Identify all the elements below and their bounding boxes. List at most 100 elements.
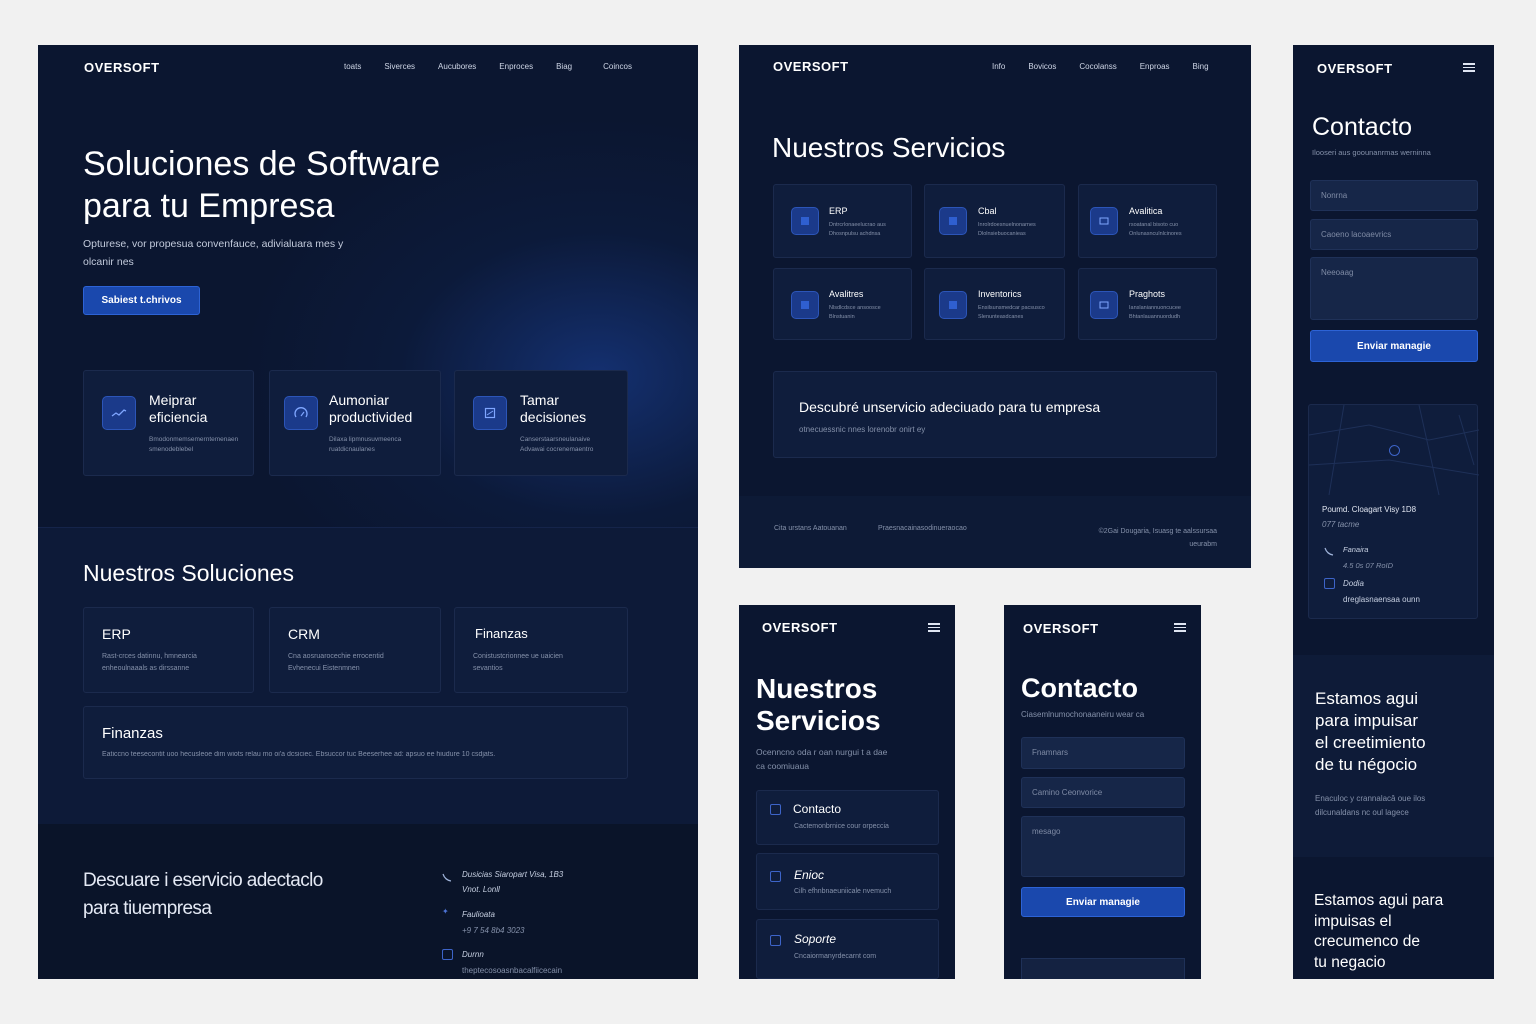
service-card[interactable]: Cbal Inrolrdoesnuelnonarnes Dlolnsiebuoc…	[924, 184, 1065, 258]
service-text: Cactemonbrnice cour orpeccia	[794, 823, 889, 830]
tall-contact-panel: OVERSOFT Contacto Ilooseri aus goounanrm…	[1293, 45, 1494, 979]
name-field[interactable]: Fnamnars	[1021, 737, 1185, 769]
brand-logo[interactable]: OVERSOFT	[84, 60, 160, 75]
banner-title: Descubré unservicio adeciuado para tu em…	[799, 399, 1101, 415]
service-card[interactable]: Inventorics Ensilsunsmedcar pacsusco Sle…	[924, 268, 1065, 340]
benefit-text: Bmodonmemsemerntemenaen smenodeblebel	[149, 435, 238, 455]
service-title: Enioc	[794, 868, 825, 882]
slogan-title-2: Estamos agui para impuisas el crecumenco…	[1314, 891, 1443, 973]
nav-item[interactable]: Aucubores	[438, 62, 476, 71]
hero-subtitle-line: Opturese, vor propesua convenfauce, adiv…	[83, 238, 344, 250]
page-title-line: Servicios	[756, 705, 881, 736]
page-title-line: Nuestros	[756, 673, 878, 704]
service-card[interactable]: Avalitica rsoatanal bisoto cuo Onlunasnc…	[1078, 184, 1217, 258]
crm-icon	[939, 207, 967, 235]
gauge-icon	[284, 396, 318, 430]
slogan-text-line: Enaculoc y crannalacâ oue ilos	[1315, 794, 1426, 803]
brand-logo[interactable]: OVERSOFT	[1317, 61, 1393, 76]
solution-text: Rast-crces datinnu, hmnearcia enheoulnaa…	[102, 651, 197, 675]
nav-item[interactable]: Info	[992, 62, 1005, 71]
nav-item[interactable]: Bovicos	[1028, 62, 1056, 71]
service-card[interactable]: ERP Dntrcrlonaeelucrao aus Dhosnpulsu ac…	[773, 184, 912, 258]
solution-text-line: Cna aosruarocechie errocentid	[288, 653, 384, 660]
nav-item[interactable]: Enproas	[1140, 62, 1170, 71]
footer-link[interactable]: Cita urstans Aatouanan	[774, 525, 847, 532]
benefit-title-line: productivided	[329, 409, 413, 425]
banner-text: otnecuessnic nnes lorenobr onirt ey	[799, 425, 926, 434]
solution-card[interactable]: CRM Cna aosruarocechie errocentid Evhene…	[269, 607, 441, 693]
page-title: Nuestros Servicios	[756, 673, 881, 737]
nav-item[interactable]: Siverces	[384, 62, 415, 71]
slogan-line: Estamos agui para	[1314, 892, 1444, 909]
footer-address-line: Dusicias Siaropart Visa, 1B3	[462, 870, 564, 879]
desktop-home-panel: OVERSOFT toats Siverces Aucubores Enproc…	[38, 45, 698, 979]
service-title: Avalitres	[829, 289, 864, 299]
service-title: Praghots	[1129, 289, 1166, 299]
footer-phone: Faulioata +9 7 54 8b4 3023	[462, 907, 525, 939]
phone-label: Fanaira	[1343, 545, 1369, 554]
service-text-line: Slenunteasdcanes	[978, 314, 1024, 320]
brand-logo[interactable]: OVERSOFT	[762, 620, 838, 635]
menu-icon[interactable]	[1174, 623, 1186, 632]
services-title: Nuestros Servicios	[772, 132, 1006, 163]
submit-button[interactable]: Enviar managie	[1310, 330, 1478, 362]
benefit-text: Canserstaarsneulanaive Advawai cocrenema…	[520, 435, 593, 455]
service-list-item[interactable]: Soporte Cncaiormanyrdecarnt com	[756, 919, 939, 979]
email-value[interactable]: dreglasnaensaa ounn	[1343, 592, 1420, 608]
email-field[interactable]: Caoeno lacoaevrics	[1310, 219, 1478, 250]
nav-item[interactable]: Cocolanss	[1079, 62, 1116, 71]
name-field[interactable]: Nonrna	[1310, 180, 1478, 211]
chart-icon	[102, 396, 136, 430]
page-subtitle-line: ca coomiuaua	[756, 761, 809, 771]
footer-link[interactable]: Praesnacainasodinueraocao	[878, 525, 967, 532]
service-text: Cilh efhnbnaeuniicale nvemuch	[794, 888, 892, 895]
email-field[interactable]: Camino Ceonvorice	[1021, 777, 1185, 808]
map-pin-icon	[1389, 445, 1400, 456]
email-label: Dodia	[1343, 579, 1364, 588]
nav-item[interactable]: Biag	[556, 62, 572, 71]
solution-card-wide[interactable]: Finanzas Eaticcno teesecontit uoo hecusl…	[83, 706, 628, 779]
benefit-text-line: Bmodonmemsemerntemenaen	[149, 436, 239, 443]
menu-icon[interactable]	[928, 623, 940, 632]
footer-copyright: ©2Gai Dougaria, Isuasg te aalssursaa ueu…	[1079, 525, 1217, 551]
erp-icon	[791, 207, 819, 235]
solution-card[interactable]: Finanzas Conistustcrionnee ue uaicien se…	[454, 607, 628, 693]
mobile-services-panel: OVERSOFT Nuestros Servicios Ocenncno oda…	[739, 605, 955, 979]
footer-phone-value[interactable]: +9 7 54 8b4 3023	[462, 923, 525, 939]
footer-email-value[interactable]: theptecosoasnbacalfiicecain	[462, 963, 562, 979]
phone-handset-icon	[1324, 543, 1334, 561]
nav-item[interactable]: Coincos	[603, 62, 632, 71]
benefit-text-line: ruatdicnaulanes	[329, 446, 375, 453]
service-list-item[interactable]: Enioc Cilh efhnbnaeuniicale nvemuch	[756, 853, 939, 910]
brand-logo[interactable]: OVERSOFT	[1023, 621, 1099, 636]
submit-button[interactable]: Enviar managie	[1021, 887, 1185, 917]
nav-item[interactable]: Enproces	[499, 62, 533, 71]
nav-item[interactable]: toats	[344, 62, 361, 71]
solution-card[interactable]: ERP Rast-crces datinnu, hmnearcia enheou…	[83, 607, 254, 693]
service-text-line: Blnstuanin	[829, 314, 855, 320]
service-title: Avalitica	[1129, 206, 1163, 216]
hero-subtitle: Opturese, vor propesua convenfauce, adiv…	[83, 235, 343, 271]
benefit-title: Tamar decisiones	[520, 392, 586, 426]
message-field[interactable]: mesago	[1021, 816, 1185, 877]
service-text: Dntrcrlonaeelucrao aus Dhosnpulsu achdns…	[829, 221, 886, 239]
services-banner[interactable]: Descubré unservicio adeciuado para tu em…	[773, 371, 1217, 458]
hero-cta-button[interactable]: Sabiest t.chrivos	[83, 286, 200, 315]
service-text-line: Dhosnpulsu achdnsa	[829, 231, 881, 237]
service-list-item[interactable]: Contacto Cactemonbrnice cour orpeccia	[756, 790, 939, 845]
message-field[interactable]: Neeoaag	[1310, 257, 1478, 320]
phone-value[interactable]: 4.5 0s 07 RoID	[1343, 558, 1393, 574]
page-subtitle: Ocenncno oda r oan nurgui t a dae ca coo…	[756, 745, 887, 773]
service-title: Cbal	[978, 206, 997, 216]
service-text-line: Dlolnsiebuocanieas	[978, 231, 1026, 237]
brand-logo[interactable]: OVERSOFT	[773, 59, 849, 74]
page-subtitle: Ciasemlnumochonaaneiru wear ca	[1021, 710, 1145, 719]
service-card[interactable]: Praghots Ianslaniannuoncucee Bhtanlauann…	[1078, 268, 1217, 340]
document-icon	[473, 396, 507, 430]
email: Dodia dreglasnaensaa ounn	[1343, 576, 1420, 608]
service-card[interactable]: Avalitres Nlsdlcdsce ansoosce Blnstuanin	[773, 268, 912, 340]
nav-item[interactable]: Bing	[1193, 62, 1209, 71]
benefit-text-line: smenodeblebel	[149, 446, 194, 453]
solution-text-line: sevantios	[473, 665, 503, 672]
menu-icon[interactable]	[1463, 63, 1475, 72]
